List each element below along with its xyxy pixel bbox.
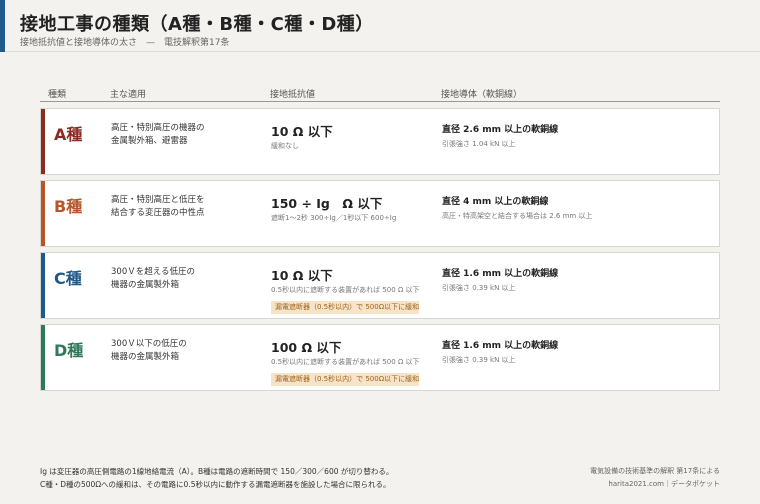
column-header-application: 主な適用 — [110, 90, 147, 100]
application-line: 300Ｖ以下の低圧の — [111, 339, 187, 349]
conductor-spec: 直径 2.6 mm 以上の軟銅線 — [442, 125, 559, 135]
conductor-spec: 直径 1.6 mm 以上の軟銅線 — [442, 341, 559, 351]
class-label: B種 — [54, 197, 83, 216]
class-label: D種 — [54, 341, 84, 360]
conductor-note: 引張強さ 0.39 kN 以上 — [442, 356, 516, 364]
footnote-line: C種・D種の500Ωへの緩和は、その電路に0.5秒以内に動作する漏電遮断器を施設… — [40, 480, 391, 489]
conductor-spec: 直径 1.6 mm 以上の軟銅線 — [442, 269, 559, 279]
application-line: 高圧・特別高圧と低圧を — [111, 195, 205, 205]
resistance-value: 150 ÷ Ig Ω 以下 — [271, 196, 383, 211]
grounding-card-d: D種 300Ｖ以下の低圧の 機器の金属製外箱 100 Ω 以下 0.5秒以内に遮… — [40, 324, 720, 391]
conductor-spec: 直径 4 mm 以上の軟銅線 — [442, 197, 549, 207]
application-line: 高圧・特別高圧の機器の — [111, 123, 205, 133]
application-line: 結合する変圧器の中性点 — [111, 208, 205, 218]
source-credit: 電気設備の技術基準の解釈 第17条による harita2021.com｜データポ… — [590, 465, 720, 491]
application-line: 機器の金属製外箱 — [111, 280, 180, 290]
grounding-card-b: B種 高圧・特別高圧と低圧を 結合する変圧器の中性点 150 ÷ Ig Ω 以下… — [40, 180, 720, 247]
relief-badge: 漏電遮断器（0.5秒以内）で 500Ω以下に緩和 — [271, 373, 419, 386]
application-line: 金属製外箱、避雷器 — [111, 136, 188, 146]
resistance-note: 0.5秒以内に遮断する装置があれば 500 Ω 以下 — [271, 358, 420, 366]
page-subtitle: 接地抵抗値と接地導体の太さ — 電技解釈第17条 — [20, 38, 230, 48]
class-color-bar — [41, 253, 45, 318]
column-header-type: 種類 — [48, 90, 67, 100]
resistance-value: 10 Ω 以下 — [271, 268, 333, 283]
class-label: C種 — [54, 269, 82, 288]
column-header-resistance: 接地抵抗値 — [270, 90, 316, 100]
class-label: A種 — [54, 125, 83, 144]
column-headers: 種類 主な適用 接地抵抗値 接地導体（軟銅線） — [40, 86, 720, 102]
application-text: 高圧・特別高圧と低圧を 結合する変圧器の中性点 — [111, 194, 261, 220]
resistance-value: 100 Ω 以下 — [271, 340, 342, 355]
conductor-note: 高圧・特高架空と結合する場合は 2.6 mm 以上 — [442, 212, 593, 220]
source-line: 電気設備の技術基準の解釈 第17条による — [590, 467, 720, 475]
application-text: 高圧・特別高圧の機器の 金属製外箱、避雷器 — [111, 122, 261, 148]
application-text: 300Ｖを超える低圧の 機器の金属製外箱 — [111, 266, 261, 292]
header-accent-bar — [0, 0, 5, 52]
class-color-bar — [41, 181, 45, 246]
grounding-card-c: C種 300Ｖを超える低圧の 機器の金属製外箱 10 Ω 以下 0.5秒以内に遮… — [40, 252, 720, 319]
resistance-value: 10 Ω 以下 — [271, 124, 333, 139]
application-line: 機器の金属製外箱 — [111, 352, 180, 362]
class-color-bar — [41, 109, 45, 174]
column-header-conductor: 接地導体（軟銅線） — [441, 90, 523, 100]
resistance-note: 0.5秒以内に遮断する装置があれば 500 Ω 以下 — [271, 286, 420, 294]
page-title: 接地工事の種類（A種・B種・C種・D種） — [20, 14, 374, 35]
relief-badge: 漏電遮断器（0.5秒以内）で 500Ω以下に緩和 — [271, 301, 419, 314]
grounding-card-a: A種 高圧・特別高圧の機器の 金属製外箱、避雷器 10 Ω 以下 緩和なし 直径… — [40, 108, 720, 175]
resistance-note: 遮断1〜2秒 300÷Ig／1秒以下 600÷Ig — [271, 214, 397, 222]
class-color-bar — [41, 325, 45, 390]
resistance-note: 緩和なし — [271, 142, 299, 150]
source-site: harita2021.com｜データポケット — [608, 480, 720, 488]
conductor-note: 引張強さ 0.39 kN 以上 — [442, 284, 516, 292]
footnote: Ig は変圧器の高圧側電路の1線地絡電流（A）。B種は電路の遮断時間で 150／… — [40, 465, 393, 491]
conductor-note: 引張強さ 1.04 kN 以上 — [442, 140, 516, 148]
application-text: 300Ｖ以下の低圧の 機器の金属製外箱 — [111, 338, 261, 364]
page-header: 接地工事の種類（A種・B種・C種・D種） 接地抵抗値と接地導体の太さ — 電技解… — [0, 0, 760, 52]
footnote-line: Ig は変圧器の高圧側電路の1線地絡電流（A）。B種は電路の遮断時間で 150／… — [40, 467, 394, 476]
application-line: 300Ｖを超える低圧の — [111, 267, 195, 277]
